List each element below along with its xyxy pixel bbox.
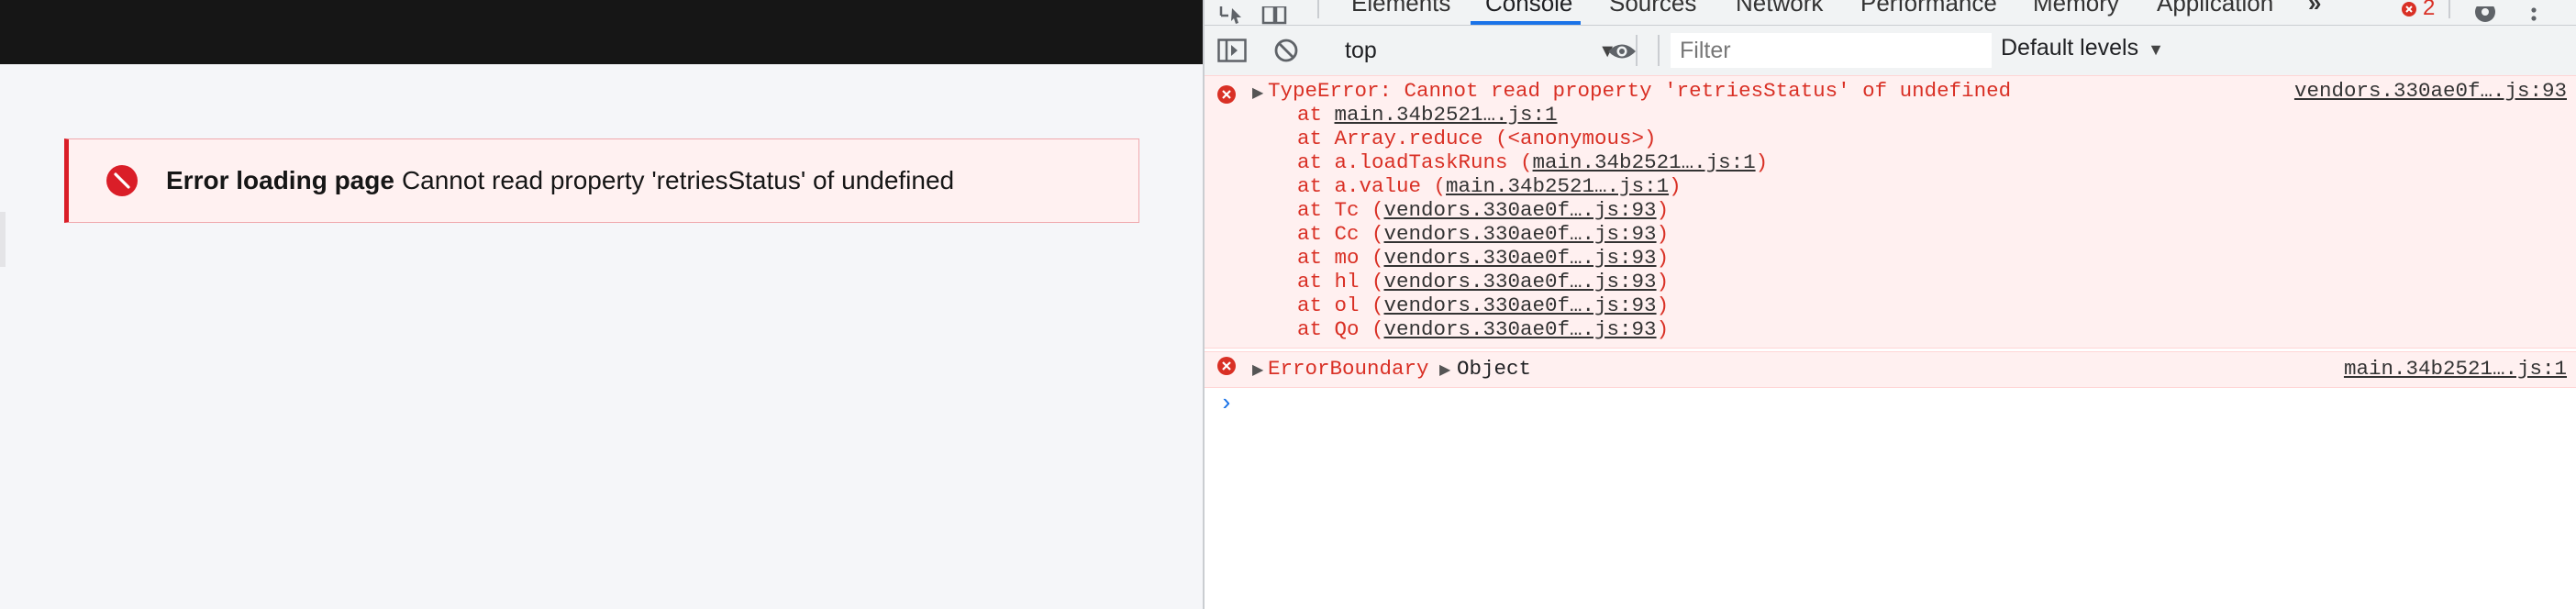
side-panel-tab[interactable] [0, 212, 6, 267]
kebab-menu-icon[interactable] [2529, 0, 2538, 25]
tab-performance[interactable]: Performance [1860, 0, 1997, 17]
toolbar-separator [2448, 0, 2450, 18]
tab-application[interactable]: Application [2157, 0, 2273, 17]
app-pane: Error loading page Cannot read property '… [0, 0, 1203, 609]
stack-frame-link[interactable]: vendors.330ae0f….js:93 [1384, 222, 1657, 246]
error-text: TypeError: Cannot read property 'retries… [1268, 79, 2012, 103]
stack-frame: at Qo (vendors.330ae0f….js:93) [1297, 317, 1669, 341]
stack-frame-link[interactable]: vendors.330ae0f….js:93 [1384, 246, 1657, 270]
tab-memory[interactable]: Memory [2033, 0, 2119, 17]
dropdown-arrow-icon: ▼ [2148, 40, 2164, 59]
toolbar-separator [1317, 0, 1319, 18]
stack-frame-link[interactable]: vendors.330ae0f….js:93 [1384, 270, 1657, 293]
stack-frame-link[interactable]: vendors.330ae0f….js:93 [1384, 198, 1657, 222]
eye-icon[interactable] [1606, 41, 1638, 61]
more-tabs-button[interactable]: » [2308, 0, 2321, 17]
tab-sources[interactable]: Sources [1609, 0, 1696, 17]
stack-frame-text: ) [1656, 270, 1670, 293]
clear-console-icon[interactable] [1273, 38, 1299, 63]
stack-frame-text: at Qo ( [1297, 317, 1384, 341]
stack-frame: at Tc (vendors.330ae0f….js:93) [1297, 198, 1669, 222]
stack-frame-text: ) [1755, 150, 1769, 174]
toolbar-separator [1658, 35, 1660, 66]
stack-frame-text: ) [1656, 293, 1670, 317]
expand-triangle-icon[interactable]: ▶ [1252, 83, 1263, 102]
source-link[interactable]: vendors.330ae0f….js:93 [2294, 79, 2567, 103]
filter-input[interactable] [1671, 33, 1992, 68]
stack-frame-link[interactable]: vendors.330ae0f….js:93 [1384, 317, 1657, 341]
error-counter[interactable]: 2 [2401, 0, 2435, 25]
context-selector[interactable]: top ▼ [1334, 35, 1627, 66]
stack-frame-link[interactable]: vendors.330ae0f….js:93 [1384, 293, 1657, 317]
stack-frame-text: ) [1669, 174, 1682, 198]
notification-title: Error loading page [166, 166, 394, 194]
error-circle-icon [2402, 2, 2416, 17]
stack-frame: at hl (vendors.330ae0f….js:93) [1297, 270, 1669, 293]
stack-frame: at mo (vendors.330ae0f….js:93) [1297, 246, 1669, 270]
error-notification: Error loading page Cannot read property '… [64, 138, 1139, 223]
stack-frame-text: at mo ( [1297, 246, 1384, 270]
notification-message: Cannot read property 'retriesStatus' of … [401, 166, 955, 194]
log-levels-label: Default levels [2001, 35, 2139, 61]
stack-frame: at main.34b2521….js:1 [1297, 103, 1558, 127]
expand-triangle-icon[interactable]: ▶ [1439, 360, 1450, 379]
error-circle-icon [1217, 85, 1236, 104]
tab-network[interactable]: Network [1736, 0, 1823, 17]
log-levels-dropdown[interactable]: Default levels ▼ [2001, 35, 2164, 61]
stack-frame: at ol (vendors.330ae0f….js:93) [1297, 293, 1669, 317]
object-label[interactable]: Object [1457, 357, 1531, 381]
stack-frame-text: ) [1656, 246, 1670, 270]
stack-frame-text: at Array.reduce (<anonymous>) [1297, 127, 1657, 150]
stack-frame-text: at a.value ( [1297, 174, 1447, 198]
console-error-message: ▶ ErrorBoundary ▶ Object main.34b2521….j… [1205, 351, 2576, 388]
device-toolbar-icon[interactable] [1261, 0, 1287, 25]
stack-frame-text: at Tc ( [1297, 198, 1384, 222]
stack-frame-link[interactable]: main.34b2521….js:1 [1335, 103, 1558, 127]
stack-frame-text: ) [1656, 317, 1670, 341]
console-error-message: ▶ TypeError: Cannot read property 'retri… [1205, 75, 2576, 349]
expand-triangle-icon[interactable]: ▶ [1252, 360, 1263, 379]
stack-frame: at a.value (main.34b2521….js:1) [1297, 174, 1682, 198]
active-tab-indicator [1471, 21, 1581, 25]
devtools-tab-bar: Elements Console Sources Network Perform… [1205, 0, 2576, 26]
stack-frame-text: at Cc ( [1297, 222, 1384, 246]
console-toolbar: top ▼ Default levels ▼ [1205, 26, 2576, 76]
sidebar-toggle-icon[interactable] [1217, 39, 1247, 62]
stack-frame-link[interactable]: main.34b2521….js:1 [1533, 150, 1756, 174]
notification-text: Error loading page Cannot read property '… [166, 166, 954, 195]
tab-elements[interactable]: Elements [1351, 0, 1450, 17]
stack-frame-link[interactable]: main.34b2521….js:1 [1446, 174, 1669, 198]
error-count: 2 [2423, 0, 2436, 20]
stack-frame: at a.loadTaskRuns (main.34b2521….js:1) [1297, 150, 1768, 174]
console-prompt[interactable]: › [1219, 390, 1234, 417]
stack-frame-text: at hl ( [1297, 270, 1384, 293]
error-text: ErrorBoundary [1268, 357, 1429, 381]
devtools-panel: Elements Console Sources Network Perform… [1203, 0, 2576, 609]
inspect-element-icon[interactable] [1219, 0, 1247, 25]
stack-frame-text: ) [1656, 222, 1670, 246]
stack-frame-text: at [1297, 103, 1335, 127]
error-filled-icon [106, 165, 138, 196]
tab-console[interactable]: Console [1485, 0, 1572, 17]
app-header-bar [0, 0, 1203, 64]
stack-frame-text: at ol ( [1297, 293, 1384, 317]
source-link[interactable]: main.34b2521….js:1 [2344, 357, 2567, 381]
context-label: top [1345, 38, 1377, 63]
stack-frame-text: ) [1656, 198, 1670, 222]
gear-icon[interactable] [2472, 0, 2498, 25]
stack-frame: at Array.reduce (<anonymous>) [1297, 127, 1657, 150]
stack-frame-text: at a.loadTaskRuns ( [1297, 150, 1533, 174]
error-circle-icon [1217, 357, 1236, 375]
stack-frame: at Cc (vendors.330ae0f….js:93) [1297, 222, 1669, 246]
